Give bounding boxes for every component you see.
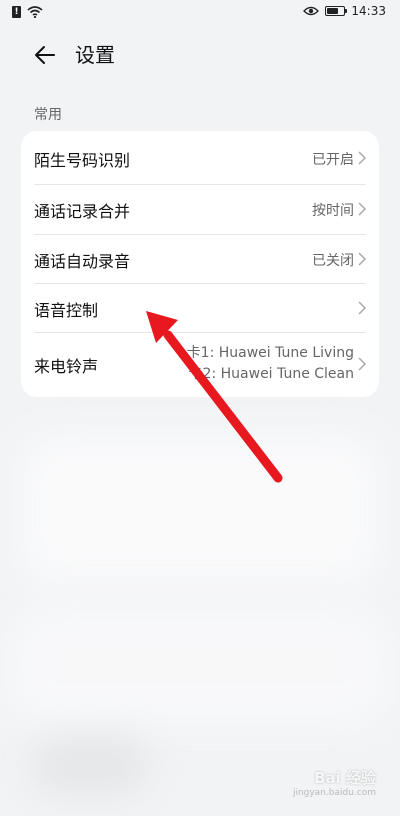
row-auto-record[interactable]: 通话自动录音 已关闭 (21, 235, 379, 283)
ringtone-card2: 卡2: Huawei Tune Clean (188, 366, 354, 382)
ringtone-values: 卡1: Huawei Tune Living 卡2: Huawei Tune C… (187, 343, 354, 385)
row-voice-control[interactable]: 语音控制 (21, 284, 379, 332)
watermark-url: jingyan.baidu.com (292, 788, 376, 798)
blur-shape (30, 735, 150, 795)
chevron-right-icon (358, 357, 367, 371)
row-label: 通话自动录音 (34, 252, 131, 271)
status-time: 14:33 (351, 4, 386, 18)
blur-shape (20, 435, 380, 585)
eye-icon (303, 6, 320, 16)
blurred-background (0, 405, 400, 816)
row-call-log-merge[interactable]: 通话记录合并 按时间 (21, 185, 379, 234)
arrow-left-icon (35, 46, 55, 64)
battery-fill (327, 8, 339, 14)
row-ringtone[interactable]: 来电铃声 卡1: Huawei Tune Living 卡2: Huawei T… (21, 333, 379, 397)
battery-icon (325, 6, 348, 16)
chevron-right-icon (358, 252, 367, 266)
status-left: ! (12, 6, 43, 18)
sim-alert-icon: ! (12, 6, 21, 18)
page-title: 设置 (75, 43, 115, 67)
row-label: 通话记录合并 (34, 202, 131, 221)
chevron-right-icon (358, 151, 367, 165)
wifi-icon (27, 6, 43, 18)
back-button[interactable] (30, 40, 60, 70)
chevron-right-icon (358, 301, 367, 315)
watermark: Bai 经验 jingyan.baidu.com (293, 767, 376, 798)
row-label: 来电铃声 (34, 357, 99, 376)
status-bar: ! 14:33 (0, 0, 400, 26)
row-label: 陌生号码识别 (34, 151, 131, 170)
row-value: 已关闭 (312, 253, 354, 269)
status-right: 14:33 (303, 4, 386, 18)
section-label: 常用 (34, 107, 62, 123)
settings-card: 陌生号码识别 已开启 通话记录合并 按时间 通话自动录音 已关闭 语音控制 来电… (21, 131, 379, 397)
row-value: 已开启 (312, 152, 354, 168)
blur-shape (10, 605, 390, 725)
ringtone-card1: 卡1: Huawei Tune Living (186, 345, 354, 361)
row-stranger-number-id[interactable]: 陌生号码识别 已开启 (21, 131, 379, 184)
chevron-right-icon (358, 202, 367, 216)
sim-badge-text: ! (14, 7, 19, 17)
row-value: 按时间 (312, 203, 354, 219)
app-header: 设置 (0, 30, 400, 80)
row-label: 语音控制 (34, 301, 99, 320)
watermark-brand: Bai 经验 (314, 769, 376, 787)
